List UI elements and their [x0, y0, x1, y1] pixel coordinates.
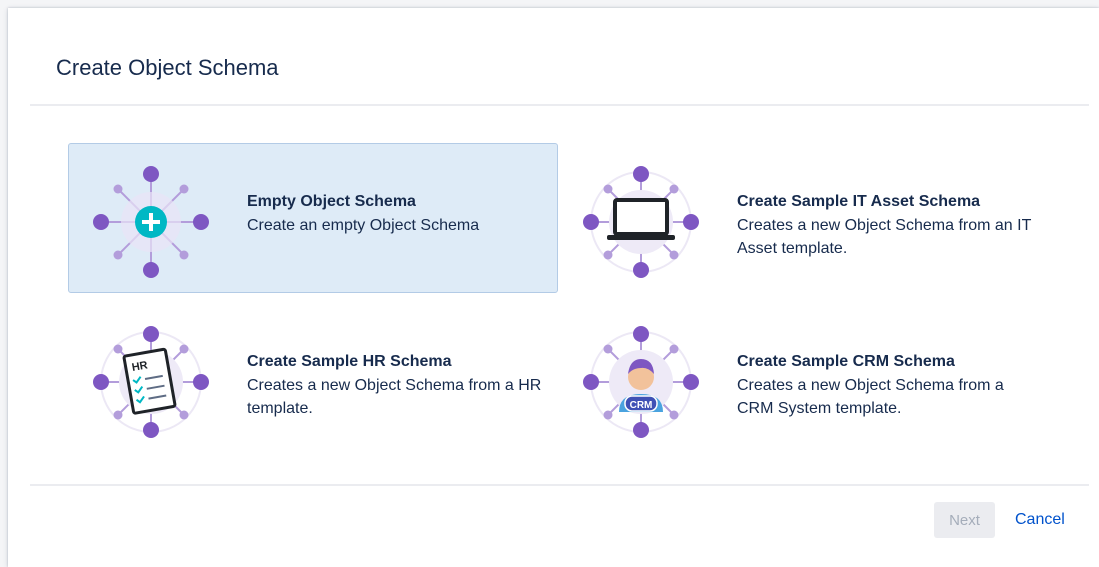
option-empty-schema[interactable]: Empty Object Schema Create an empty Obje…	[68, 143, 558, 293]
crm-person-icon: CRM	[583, 326, 699, 438]
next-button[interactable]: Next	[934, 502, 995, 538]
option-crm-schema[interactable]: CRM Create Sample CRM Schema Creates a n…	[558, 303, 1048, 453]
plus-node-icon	[93, 166, 209, 278]
schema-options: Empty Object Schema Create an empty Obje…	[68, 143, 1053, 473]
dialog-title: Create Object Schema	[56, 55, 279, 80]
laptop-icon	[583, 166, 699, 278]
create-schema-dialog: Create Object Schema Empty Object Schema…	[8, 8, 1099, 567]
option-text: Create Sample HR Schema Creates a new Ob…	[247, 352, 547, 420]
option-it-asset-schema[interactable]: Create Sample IT Asset Schema Creates a …	[558, 143, 1048, 293]
option-description: Creates a new Object Schema from a HR te…	[247, 377, 542, 417]
option-hr-schema[interactable]: HR Create Sample HR Schema Creates a new…	[68, 303, 558, 453]
crm-label: CRM	[630, 400, 653, 411]
option-text: Create Sample IT Asset Schema Creates a …	[737, 192, 1037, 260]
footer-divider	[30, 484, 1089, 486]
hr-clipboard-icon: HR	[93, 326, 209, 438]
cancel-button[interactable]: Cancel	[1003, 502, 1077, 538]
option-title: Create Sample CRM Schema	[737, 353, 955, 370]
option-title: Create Sample HR Schema	[247, 353, 452, 370]
option-description: Creates a new Object Schema from a CRM S…	[737, 377, 1004, 417]
option-description: Creates a new Object Schema from an IT A…	[737, 217, 1032, 257]
option-description: Create an empty Object Schema	[247, 217, 480, 234]
option-title: Empty Object Schema	[247, 193, 416, 210]
option-text: Create Sample CRM Schema Creates a new O…	[737, 352, 1037, 420]
dialog-header: Create Object Schema	[30, 8, 1089, 106]
option-title: Create Sample IT Asset Schema	[737, 193, 981, 210]
option-text: Empty Object Schema Create an empty Obje…	[247, 192, 547, 237]
